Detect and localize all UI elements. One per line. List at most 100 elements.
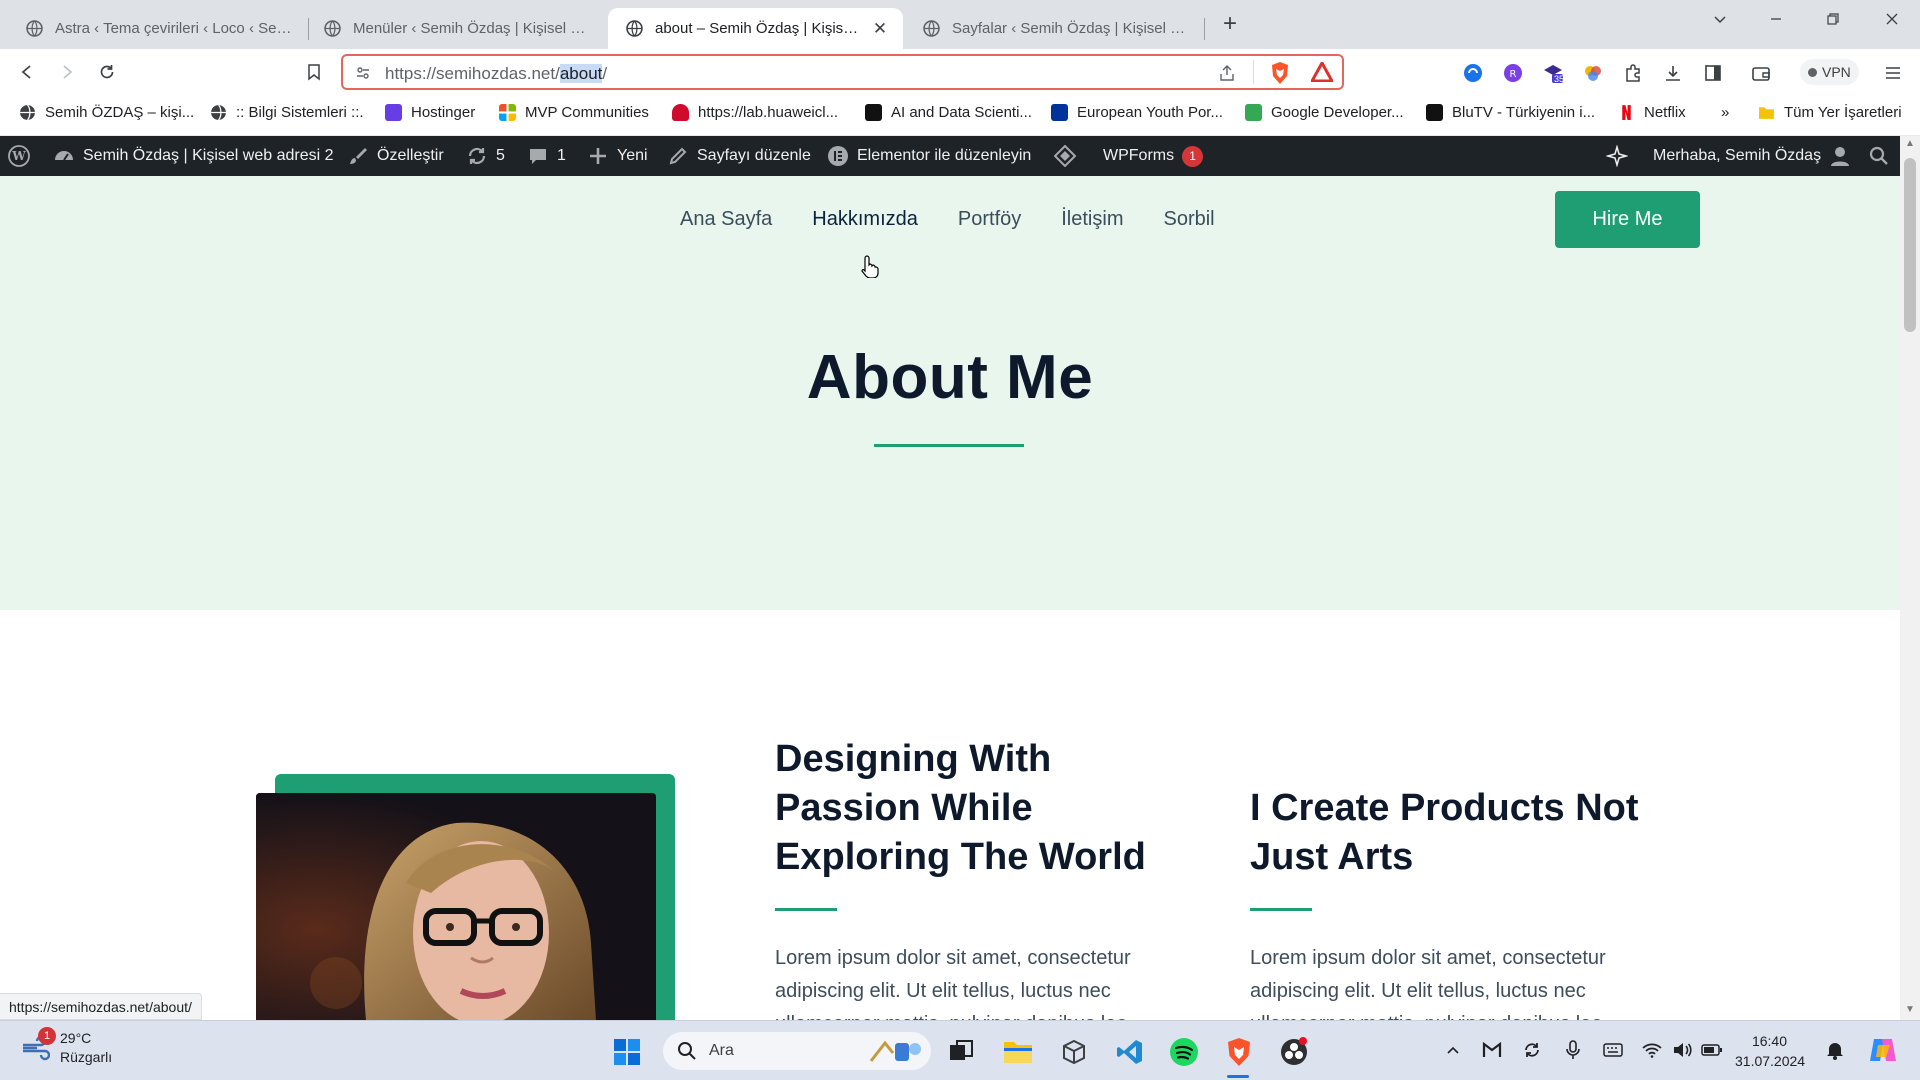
vpn-button[interactable]: VPN: [1800, 59, 1859, 85]
taskbar-search-placeholder: Ara: [709, 1042, 734, 1059]
nav-contact[interactable]: İletişim: [1061, 208, 1123, 231]
wallet-icon[interactable]: [1750, 62, 1772, 84]
bookmark-item[interactable]: :: Bilgi Sistemleri ::.: [210, 104, 364, 121]
windows-start-icon[interactable]: [611, 1036, 643, 1068]
volume-icon[interactable]: [1671, 1039, 1693, 1061]
new-content-link[interactable]: Yeni: [587, 136, 648, 176]
extensions-puzzle-icon[interactable]: [1622, 62, 1644, 84]
tab-separator: [1204, 18, 1205, 40]
tab-search-chevron-icon[interactable]: [1705, 6, 1735, 32]
wordpress-logo-button[interactable]: W: [8, 136, 30, 176]
wpforms-link[interactable]: WPForms 1: [1103, 136, 1204, 176]
brave-shields-icon[interactable]: [1269, 61, 1291, 85]
extension-purple-icon[interactable]: R: [1502, 62, 1524, 84]
menu-icon[interactable]: [1882, 62, 1904, 84]
nav-about[interactable]: Hakkımızda: [812, 208, 918, 231]
tab-menuler[interactable]: Menüler ‹ Semih Özdaş | Kişisel web: [306, 8, 606, 49]
scroll-up-icon[interactable]: ▲: [1900, 138, 1920, 149]
about-column-2: I Create Products Not Just Arts Lorem ip…: [1250, 784, 1670, 1041]
search-highlight-icon: [869, 1040, 921, 1062]
site-name-link[interactable]: Semih Özdaş | Kişisel web adresi 2: [53, 136, 333, 176]
bookmark-item[interactable]: Google Developer...: [1245, 104, 1404, 121]
vscode-icon[interactable]: [1114, 1036, 1146, 1068]
notifications-bell-icon[interactable]: [1824, 1039, 1846, 1061]
bookmark-item[interactable]: https://lab.huaweicl...: [672, 104, 838, 121]
microphone-icon[interactable]: [1562, 1039, 1584, 1061]
tab-about[interactable]: about – Semih Özdaş | Kişisel w ✕: [608, 8, 903, 49]
wifi-icon[interactable]: [1641, 1039, 1663, 1061]
downloads-icon[interactable]: [1662, 62, 1684, 84]
updates-link[interactable]: 5: [466, 136, 505, 176]
brave-rewards-icon[interactable]: [1311, 62, 1333, 82]
bookmark-item[interactable]: Semih ÖZDAŞ – kişi...: [19, 104, 194, 121]
brave-browser-icon[interactable]: [1223, 1036, 1255, 1068]
weather-badge: 1: [38, 1027, 56, 1045]
copilot-icon[interactable]: [1868, 1035, 1898, 1065]
3d-app-icon[interactable]: [1058, 1036, 1090, 1068]
weather-widget[interactable]: 1 29°C Rüzgarlı: [20, 1027, 112, 1067]
tab-sayfalar[interactable]: Sayfalar ‹ Semih Özdaş | Kişisel web: [905, 8, 1205, 49]
extension-blue-icon[interactable]: [1462, 62, 1484, 84]
bookmark-icon[interactable]: [300, 58, 328, 86]
show-hidden-icons-chevron-icon[interactable]: [1442, 1039, 1464, 1061]
keyboard-icon[interactable]: [1602, 1039, 1624, 1061]
scroll-down-icon[interactable]: ▼: [1900, 1004, 1920, 1015]
address-url: https://semihozdas.net/about/: [385, 64, 608, 83]
all-bookmarks-folder[interactable]: Tüm Yer İşaretleri: [1758, 104, 1902, 121]
comments-link[interactable]: 1: [527, 136, 566, 176]
wp-admin-bar: W Semih Özdaş | Kişisel web adresi 2 Öze…: [0, 136, 1900, 176]
extension-school-icon[interactable]: 35: [1542, 62, 1564, 84]
bookmark-item[interactable]: AI and Data Scienti...: [865, 104, 1032, 121]
tab-title: about – Semih Özdaş | Kişisel w: [655, 20, 863, 37]
ai-sparkle-button[interactable]: [1606, 136, 1628, 176]
admin-search-button[interactable]: [1868, 136, 1890, 176]
main-navigation: Ana Sayfa Hakkımızda Portföy İletişim So…: [680, 208, 1215, 231]
bookmarks-overflow-button[interactable]: »: [1721, 104, 1729, 121]
page-scrollbar[interactable]: ▲ ▼: [1900, 136, 1920, 1020]
minimize-icon[interactable]: [1761, 6, 1791, 32]
bookmark-item[interactable]: MVP Communities: [499, 104, 649, 121]
bookmark-item[interactable]: Hostinger: [385, 104, 475, 121]
new-tab-button[interactable]: +: [1218, 12, 1242, 36]
section-heading: I Create Products Not Just Arts: [1250, 787, 1639, 878]
forward-icon[interactable]: [53, 58, 81, 86]
scrollbar-thumb[interactable]: [1904, 158, 1916, 332]
spotify-icon[interactable]: [1168, 1036, 1200, 1068]
site-settings-icon[interactable]: [355, 65, 371, 81]
restore-icon[interactable]: [1818, 6, 1848, 32]
nav-portfolio[interactable]: Portföy: [958, 208, 1021, 231]
edit-page-link[interactable]: Sayfayı düzenle: [667, 136, 811, 176]
battery-icon[interactable]: [1701, 1039, 1723, 1061]
elementor-edit-link[interactable]: Elementor ile düzenleyin: [827, 136, 1031, 176]
taskbar-search[interactable]: Ara: [663, 1032, 931, 1070]
hostinger-icon: [385, 104, 402, 121]
sync-tray-icon[interactable]: [1521, 1039, 1543, 1061]
close-icon[interactable]: ✕: [871, 19, 889, 39]
file-explorer-icon[interactable]: [1002, 1036, 1034, 1068]
system-clock[interactable]: 16:40 31.07.2024: [1735, 1031, 1805, 1071]
extension-color-icon[interactable]: [1582, 62, 1604, 84]
nav-home[interactable]: Ana Sayfa: [680, 208, 772, 231]
windows-taskbar: 1 29°C Rüzgarlı Ara 16:40 31.07.2024: [0, 1020, 1920, 1080]
nav-sorbil[interactable]: Sorbil: [1163, 208, 1214, 231]
sidebar-toggle-icon[interactable]: [1702, 62, 1724, 84]
back-icon[interactable]: [13, 58, 41, 86]
my-account-link[interactable]: Merhaba, Semih Özdaş: [1653, 136, 1851, 176]
task-view-icon[interactable]: [945, 1036, 977, 1068]
hire-me-button[interactable]: Hire Me: [1555, 191, 1700, 248]
tab-astra[interactable]: Astra ‹ Tema çevirileri ‹ Loco ‹ Semih: [8, 8, 308, 49]
bookmark-item[interactable]: European Youth Por...: [1051, 104, 1223, 121]
close-window-icon[interactable]: [1877, 6, 1907, 32]
globe-icon: [211, 104, 226, 121]
reload-icon[interactable]: [93, 58, 121, 86]
gmail-tray-icon[interactable]: [1481, 1039, 1503, 1061]
share-icon[interactable]: [1218, 64, 1236, 82]
bookmark-item[interactable]: BluTV - Türkiyenin i...: [1426, 104, 1595, 121]
notification-badge: 1: [1182, 145, 1204, 167]
bookmark-item[interactable]: Netflix: [1618, 104, 1686, 121]
diamond-tool-icon[interactable]: [1054, 136, 1076, 176]
address-bar[interactable]: https://semihozdas.net/about/: [341, 54, 1344, 90]
vpn-label: VPN: [1822, 64, 1851, 80]
customize-link[interactable]: Özelleştir: [347, 136, 444, 176]
obs-studio-icon[interactable]: [1278, 1036, 1310, 1068]
